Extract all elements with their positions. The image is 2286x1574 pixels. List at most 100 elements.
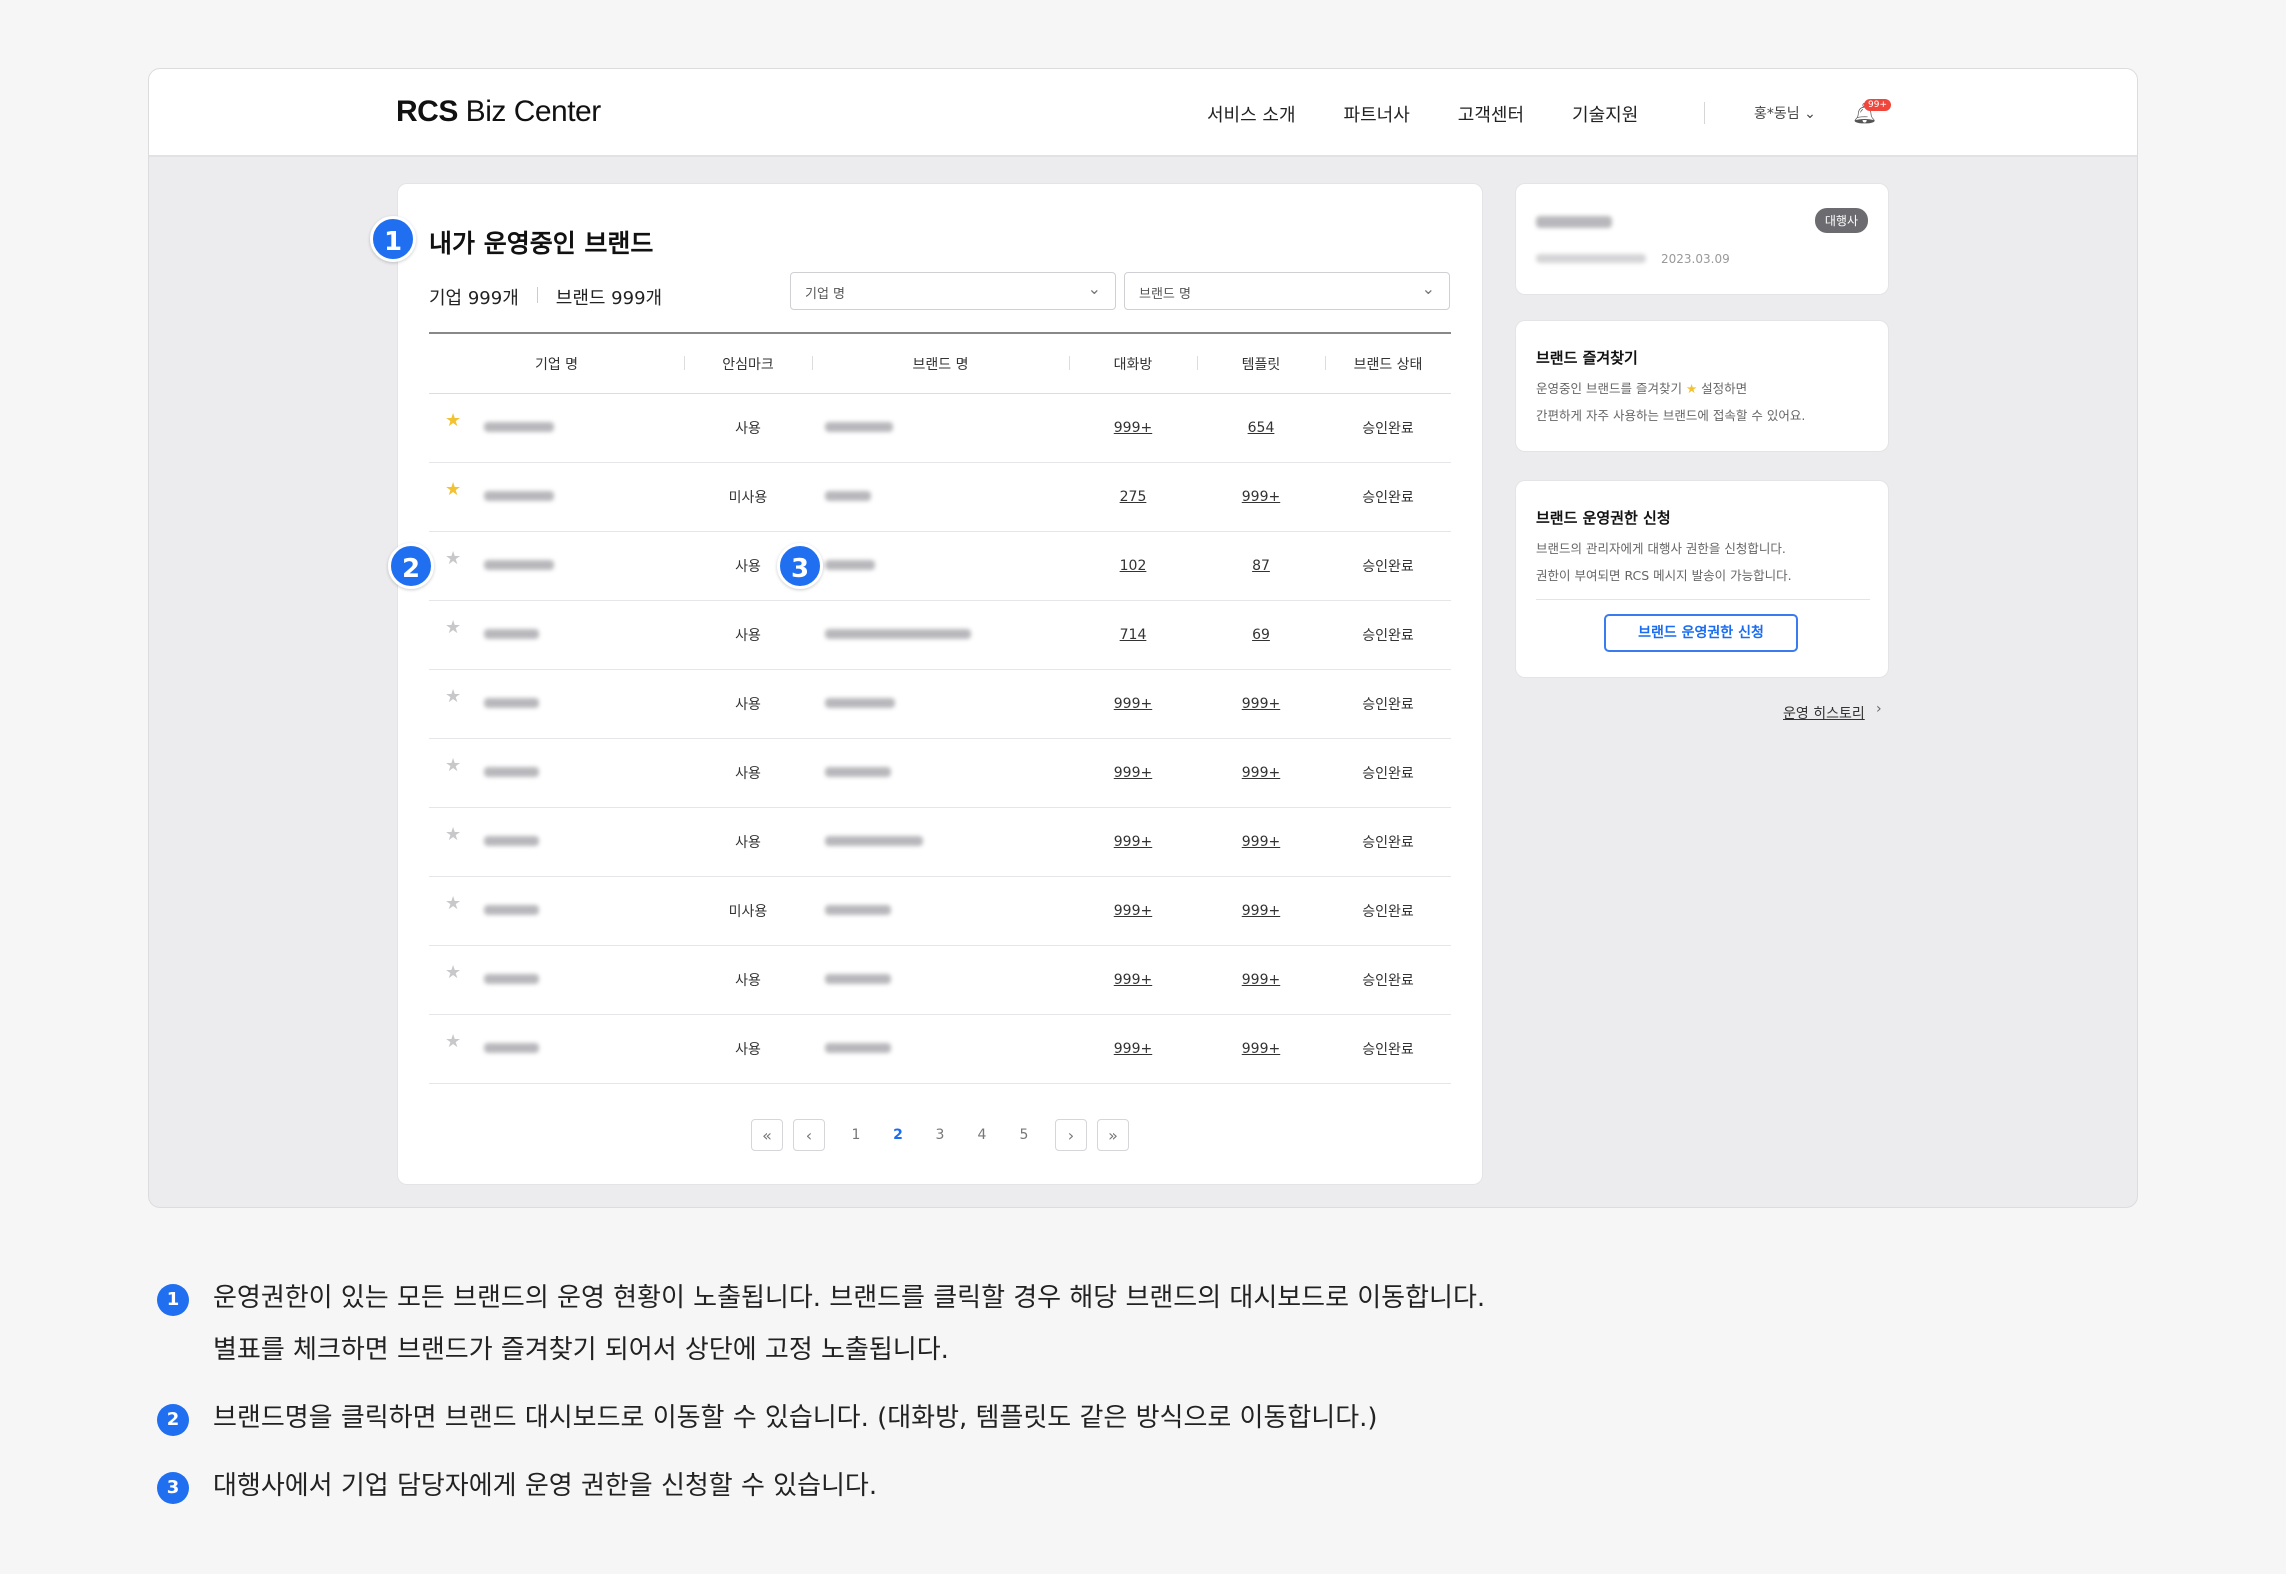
template-count-link[interactable]: 999+ (1242, 1041, 1280, 1057)
chatroom-count-link[interactable]: 999+ (1114, 903, 1152, 919)
template-count-link[interactable]: 87 (1252, 558, 1270, 574)
star-icon[interactable]: ★ (445, 962, 461, 983)
request-permission-button[interactable]: 브랜드 운영권한 신청 (1604, 614, 1798, 652)
company-select[interactable]: 기업 명 ⌄ (790, 272, 1116, 310)
star-icon[interactable]: ★ (445, 479, 461, 500)
company-name-blurred (484, 560, 554, 570)
template-count-link[interactable]: 999+ (1242, 903, 1280, 919)
brand-name-link[interactable] (825, 767, 891, 777)
page-1[interactable]: 1 (835, 1127, 877, 1143)
chatroom-count-link[interactable]: 102 (1120, 558, 1147, 574)
template-count-link[interactable]: 999+ (1242, 696, 1280, 712)
brand-status-cell: 승인완료 (1362, 1042, 1414, 1058)
top-navigation-bar: RCS Biz Center 서비스 소개 파트너사 고객센터 기술지원 홍*동… (149, 69, 2137, 157)
star-icon[interactable]: ★ (445, 410, 461, 431)
safe-mark-cell: 사용 (735, 697, 761, 713)
star-icon[interactable]: ★ (445, 686, 461, 707)
page-3[interactable]: 3 (919, 1127, 961, 1143)
template-count-link[interactable]: 999+ (1242, 972, 1280, 988)
template-count-link[interactable]: 654 (1248, 420, 1275, 436)
favorites-text-2: 간편하게 자주 사용하는 브랜드에 접속할 수 있어요. (1536, 408, 1806, 423)
rcs-biz-center-logo[interactable]: RCS Biz Center (396, 95, 601, 129)
nav-tech-support[interactable]: 기술지원 (1572, 101, 1638, 127)
nav-divider (1704, 102, 1705, 124)
favorites-text-1: 운영중인 브랜드를 즐겨찾기 ★ 설정하면 (1536, 381, 1748, 396)
brand-select[interactable]: 브랜드 명 ⌄ (1124, 272, 1450, 310)
brand-name-link[interactable] (825, 560, 875, 570)
safe-mark-cell: 사용 (735, 766, 761, 782)
first-page-button[interactable]: « (751, 1119, 783, 1151)
template-count-link[interactable]: 999+ (1242, 834, 1280, 850)
table-row: ★ 사용 999+ 999+ 승인완료 (429, 670, 1451, 739)
star-icon[interactable]: ★ (445, 824, 461, 845)
chatroom-count-link[interactable]: 999+ (1114, 834, 1152, 850)
star-icon[interactable]: ★ (445, 755, 461, 776)
company-name-blurred (484, 836, 539, 846)
safe-mark-cell: 미사용 (728, 904, 768, 920)
brand-name-link[interactable] (825, 698, 895, 708)
annotation-marker-3: 3 (777, 543, 823, 589)
star-icon[interactable]: ★ (445, 617, 461, 638)
star-icon[interactable]: ★ (445, 1031, 461, 1052)
notification-badge: 99+ (1864, 99, 1891, 111)
prev-page-button[interactable]: ‹ (793, 1119, 825, 1151)
main-nav: 서비스 소개 파트너사 고객센터 기술지원 (1207, 101, 1638, 127)
company-name-blurred (484, 629, 539, 639)
user-menu[interactable]: 홍*동님 ⌄ (1754, 103, 1816, 123)
template-count-link[interactable]: 999+ (1242, 489, 1280, 505)
star-icon[interactable]: ★ (445, 893, 461, 914)
last-page-button[interactable]: » (1097, 1119, 1129, 1151)
company-name-blurred (484, 905, 539, 915)
favorites-title: 브랜드 즐겨찾기 (1536, 349, 1638, 367)
brand-status-cell: 승인완료 (1362, 628, 1414, 644)
company-name-blurred (484, 698, 539, 708)
chatroom-count-link[interactable]: 714 (1120, 627, 1147, 643)
brand-name-link[interactable] (825, 905, 891, 915)
page-title: 내가 운영중인 브랜드 (429, 229, 654, 258)
table-row: ★ 미사용 275 999+ 승인완료 (429, 463, 1451, 532)
col-safe-mark: 안심마크 (684, 354, 812, 374)
chatroom-count-link[interactable]: 999+ (1114, 696, 1152, 712)
brand-status-cell: 승인완료 (1362, 904, 1414, 920)
brand-status-cell: 승인완료 (1362, 766, 1414, 782)
brand-name-link[interactable] (825, 974, 891, 984)
nav-customer-center[interactable]: 고객센터 (1458, 101, 1524, 127)
page-4[interactable]: 4 (961, 1127, 1003, 1143)
table-row: ★ 사용 999+ 999+ 승인완료 (429, 808, 1451, 877)
brand-name-link[interactable] (825, 836, 923, 846)
divider (1536, 599, 1870, 600)
operation-history-link[interactable]: 운영 히스토리 (1783, 703, 1865, 723)
chatroom-count-link[interactable]: 999+ (1114, 972, 1152, 988)
safe-mark-cell: 미사용 (728, 490, 768, 506)
chatroom-count-link[interactable]: 275 (1120, 489, 1147, 505)
annotation-marker-1: 1 (370, 216, 416, 262)
chatroom-count-link[interactable]: 999+ (1114, 1041, 1152, 1057)
star-icon[interactable]: ★ (445, 548, 461, 569)
page-5[interactable]: 5 (1003, 1127, 1045, 1143)
chatroom-count-link[interactable]: 999+ (1114, 765, 1152, 781)
table-row: ★ 사용 714 69 승인완료 (429, 601, 1451, 670)
next-page-button[interactable]: › (1055, 1119, 1087, 1151)
nav-partners[interactable]: 파트너사 (1344, 101, 1410, 127)
brand-status-cell: 승인완료 (1362, 559, 1414, 575)
template-count-link[interactable]: 999+ (1242, 765, 1280, 781)
favorites-guide-card: 브랜드 즐겨찾기 운영중인 브랜드를 즐겨찾기 ★ 설정하면 간편하게 자주 사… (1515, 320, 1889, 452)
count-summary: 기업 999개 브랜드 999개 (429, 284, 662, 310)
pagination: « ‹ 1 2 3 4 5 › » (398, 1119, 1482, 1151)
chatroom-count-link[interactable]: 999+ (1114, 420, 1152, 436)
nav-service-intro[interactable]: 서비스 소개 (1207, 101, 1296, 127)
table-row: ★ 사용 102 87 승인완료 (429, 532, 1451, 601)
brand-name-link[interactable] (825, 629, 971, 639)
brand-name-link[interactable] (825, 1043, 891, 1053)
company-name-blurred (484, 767, 539, 777)
note-1: 1 운영권한이 있는 모든 브랜드의 운영 현황이 노출됩니다. 브랜드를 클릭… (157, 1272, 1485, 1376)
permission-title: 브랜드 운영권한 신청 (1536, 509, 1671, 527)
brand-name-link[interactable] (825, 422, 893, 432)
col-brand: 브랜드 명 (812, 354, 1069, 374)
table-row: ★ 사용 999+ 999+ 승인완료 (429, 946, 1451, 1015)
brand-name-link[interactable] (825, 491, 871, 501)
page-2[interactable]: 2 (877, 1127, 919, 1143)
permission-request-card: 브랜드 운영권한 신청 브랜드의 관리자에게 대행사 권한을 신청합니다. 권한… (1515, 480, 1889, 678)
template-count-link[interactable]: 69 (1252, 627, 1270, 643)
col-template: 템플릿 (1197, 354, 1325, 374)
